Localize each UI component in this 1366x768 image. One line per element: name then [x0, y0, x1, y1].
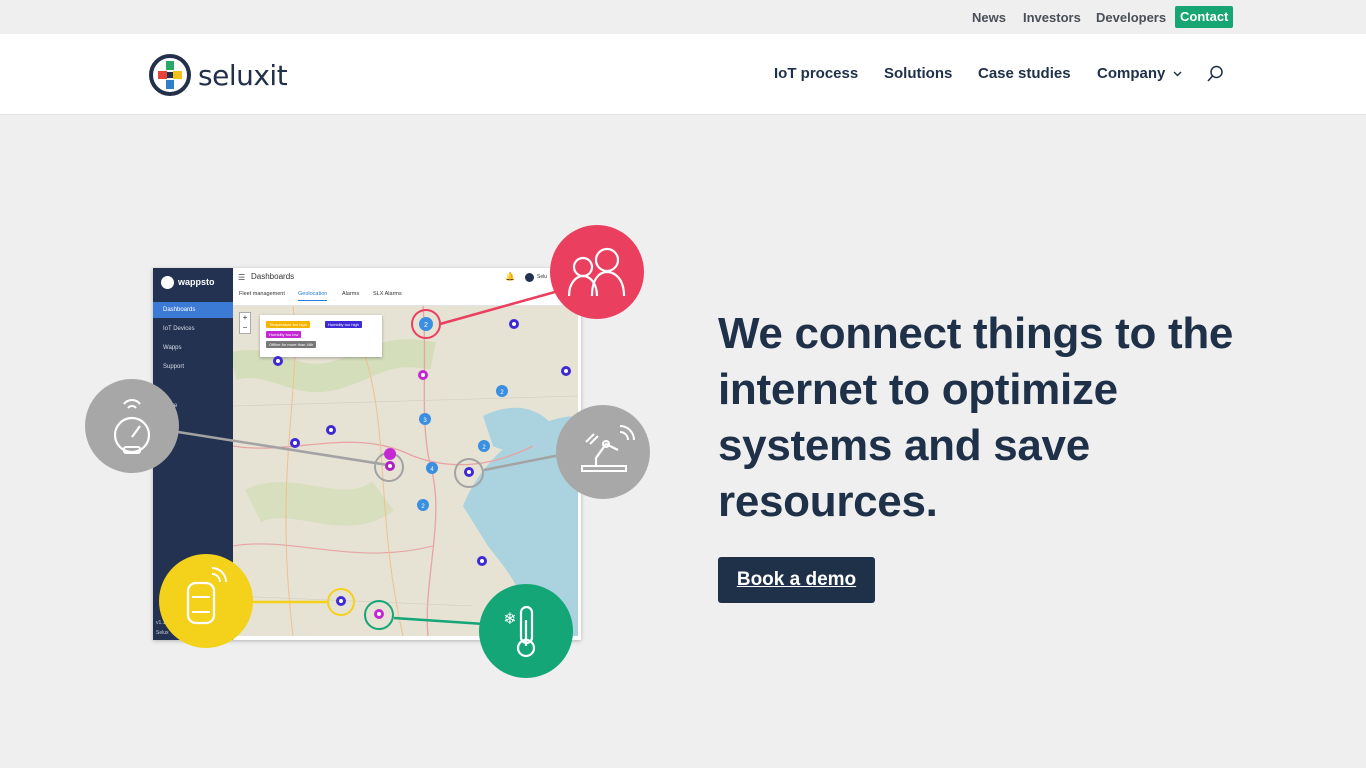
dash-sidebar-item-store: Store [163, 403, 178, 409]
wappsto-logo-icon [161, 276, 174, 289]
map-filter-box: Temperature too high Humidity too high H… [260, 315, 382, 357]
nav-company-label: Company [1097, 65, 1166, 82]
chip-offline: Offline for more than 48h [266, 341, 317, 348]
news-link[interactable]: News [972, 10, 1006, 25]
nav-case-studies[interactable]: Case studies [978, 65, 1071, 82]
logo-text: seluxit [198, 59, 288, 92]
main-header: seluxit IoT process Solutions Case studi… [0, 34, 1366, 115]
investors-link[interactable]: Investors [1023, 10, 1081, 25]
nav-solutions[interactable]: Solutions [884, 65, 952, 82]
dashboard-title: Dashboards [251, 272, 295, 281]
dash-tab-alarms: Alarms [342, 291, 360, 297]
dashboard-brand: wappsto [161, 276, 215, 289]
avatar [525, 273, 534, 282]
dashboard-sidebar: wappsto Dashboards IoT Devices Wapps Sup… [153, 268, 233, 640]
book-demo-button[interactable]: Book a demo [718, 557, 875, 603]
dashboard-screenshot: wappsto Dashboards IoT Devices Wapps Sup… [153, 268, 581, 640]
search-icon[interactable] [1206, 65, 1224, 83]
seluxit-logo-icon [149, 54, 191, 96]
chip-temperature: Temperature too high [266, 321, 310, 328]
contact-button[interactable]: Contact [1175, 6, 1234, 28]
dash-tab-fleet: Fleet management [239, 291, 285, 297]
dash-sidebar-item-wapps: Wapps [163, 345, 182, 351]
developers-link[interactable]: Developers [1096, 10, 1166, 25]
map-zoom-control: + − [239, 312, 251, 334]
bell-icon: 🔔 [505, 272, 515, 281]
dash-version: v1.1 [156, 620, 166, 626]
chip-humidity-low: Humidity too low [266, 331, 302, 338]
dash-sidebar-item-dashboards: Dashboards [153, 302, 233, 318]
chip-humidity-high: Humidity too high [325, 321, 362, 328]
dashboard-brand-label: wappsto [178, 276, 215, 287]
dash-sidebar-item-iot-devices: IoT Devices [163, 326, 195, 332]
hamburger-icon: ☰ [238, 273, 246, 282]
dashboard-map: + − Temperature too high Humidity too hig… [233, 306, 578, 636]
chevron-down-icon [1173, 71, 1182, 77]
dashboard-header: ☰ Dashboards 🔔 Selu Fleet management Geo… [233, 268, 581, 306]
dash-footer-text: Selux [156, 630, 169, 636]
dash-sidebar-item-support: Support [163, 364, 185, 370]
dash-tab-geolocation: Geolocation [298, 291, 328, 301]
nav-iot-process[interactable]: IoT process [774, 65, 858, 82]
hero-title: We connect things to the internet to opt… [718, 309, 1234, 526]
nav-company[interactable]: Company [1097, 65, 1165, 82]
logo[interactable]: seluxit [148, 53, 308, 97]
dash-user: Selu [537, 274, 548, 280]
top-bar: News Investors Developers Contact [0, 0, 1366, 34]
dash-tab-slx-alarms: SLX Alarms [373, 291, 402, 297]
